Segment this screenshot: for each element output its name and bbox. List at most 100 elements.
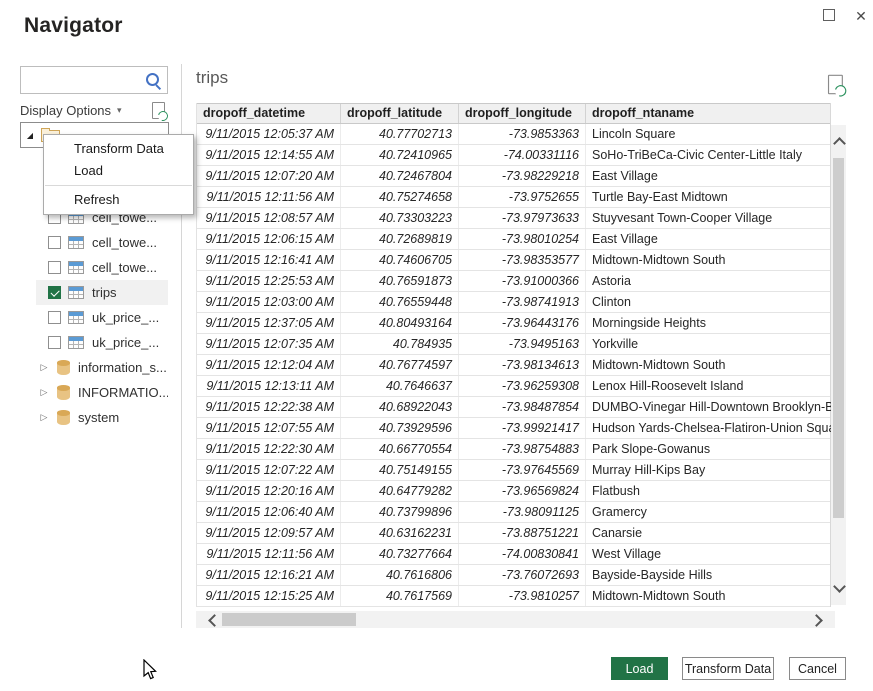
- tree-item-table[interactable]: uk_price_...: [36, 330, 168, 355]
- table-row: 9/11/2015 12:25:53 AM40.76591873-73.9100…: [197, 271, 830, 292]
- tree-item-table[interactable]: cell_towe...: [36, 255, 168, 280]
- table-cell: -73.98091125: [459, 502, 586, 522]
- transform-data-button[interactable]: Transform Data: [682, 657, 774, 680]
- table-cell: -73.99921417: [459, 418, 586, 438]
- database-icon: [57, 360, 70, 375]
- horizontal-scrollbar[interactable]: [196, 611, 835, 628]
- tree-item-label: system: [78, 410, 119, 425]
- table-cell: Bayside-Bayside Hills: [586, 565, 832, 585]
- chevron-right-icon[interactable]: ▷: [39, 412, 49, 423]
- table-cell: Gramercy: [586, 502, 832, 522]
- search-icon[interactable]: [144, 71, 163, 90]
- chevron-down-icon: ▾: [117, 105, 122, 115]
- table-cell: 9/11/2015 12:07:35 AM: [197, 334, 341, 354]
- display-options[interactable]: Display Options▾: [20, 102, 168, 124]
- checkbox[interactable]: [48, 336, 61, 349]
- table-cell: -73.98754883: [459, 439, 586, 459]
- scroll-right-icon[interactable]: [810, 614, 823, 627]
- table-cell: Park Slope-Gowanus: [586, 439, 832, 459]
- table-cell: -73.76072693: [459, 565, 586, 585]
- column-header: dropoff_datetime: [197, 104, 341, 123]
- table-cell: Midtown-Midtown South: [586, 250, 832, 270]
- tree-item-label: trips: [92, 285, 117, 300]
- tree-item-label: cell_towe...: [92, 235, 157, 250]
- table-cell: 40.73799896: [341, 502, 459, 522]
- table-cell: 9/11/2015 12:37:05 AM: [197, 313, 341, 333]
- table-row: 9/11/2015 12:05:37 AM40.77702713-73.9853…: [197, 124, 830, 145]
- menu-item-transform-data[interactable]: Transform Data: [44, 138, 193, 160]
- tree-item-database[interactable]: ▷ system: [36, 405, 168, 430]
- table-cell: Lincoln Square: [586, 124, 832, 144]
- checkbox[interactable]: [48, 261, 61, 274]
- tree-item-database[interactable]: ▷ INFORMATIO...: [36, 380, 168, 405]
- vertical-scrollbar[interactable]: [831, 125, 846, 605]
- context-menu: Transform Data Load Refresh: [43, 134, 194, 215]
- table-cell: 40.73277664: [341, 544, 459, 564]
- refresh-preview-icon[interactable]: [828, 75, 844, 95]
- table-cell: 9/11/2015 12:07:20 AM: [197, 166, 341, 186]
- table-cell: -73.97973633: [459, 208, 586, 228]
- table-cell: -73.9495163: [459, 334, 586, 354]
- table-cell: -73.9810257: [459, 586, 586, 606]
- table-cell: Yorkville: [586, 334, 832, 354]
- table-cell: 9/11/2015 12:12:04 AM: [197, 355, 341, 375]
- table-cell: 40.7617569: [341, 586, 459, 606]
- refresh-list-icon[interactable]: [152, 102, 166, 119]
- table-row: 9/11/2015 12:11:56 AM40.73277664-74.0083…: [197, 544, 830, 565]
- checkbox[interactable]: [48, 286, 61, 299]
- table-cell: 9/11/2015 12:07:22 AM: [197, 460, 341, 480]
- table-cell: East Village: [586, 166, 832, 186]
- table-row: 9/11/2015 12:07:35 AM40.784935-73.949516…: [197, 334, 830, 355]
- navigator-dialog: Navigator ✕ Display Options▾ ◢ cell_towe…: [0, 0, 873, 691]
- table-cell: 40.76591873: [341, 271, 459, 291]
- chevron-expanded-icon[interactable]: ◢: [25, 131, 35, 140]
- search-input[interactable]: [23, 69, 143, 93]
- table-cell: -73.96443176: [459, 313, 586, 333]
- table-row: 9/11/2015 12:03:00 AM40.76559448-73.9874…: [197, 292, 830, 313]
- table-icon: [68, 261, 84, 274]
- table-cell: Murray Hill-Kips Bay: [586, 460, 832, 480]
- table-row: 9/11/2015 12:14:55 AM40.72410965-74.0033…: [197, 145, 830, 166]
- cancel-button[interactable]: Cancel: [789, 657, 846, 680]
- column-header: dropoff_ntaname: [586, 104, 832, 123]
- table-row: 9/11/2015 12:07:22 AM40.75149155-73.9764…: [197, 460, 830, 481]
- table-cell: Astoria: [586, 271, 832, 291]
- menu-item-load[interactable]: Load: [44, 160, 193, 182]
- scroll-down-icon[interactable]: [833, 580, 846, 593]
- checkbox[interactable]: [48, 311, 61, 324]
- chevron-right-icon[interactable]: ▷: [39, 387, 49, 398]
- table-cell: -73.96569824: [459, 481, 586, 501]
- table-row: 9/11/2015 12:07:20 AM40.72467804-73.9822…: [197, 166, 830, 187]
- horizontal-scrollbar-thumb[interactable]: [222, 613, 356, 626]
- tree-item-label: uk_price_...: [92, 310, 159, 325]
- table-cell: 40.77702713: [341, 124, 459, 144]
- maximize-button[interactable]: [814, 4, 844, 28]
- table-cell: 9/11/2015 12:13:11 AM: [197, 376, 341, 396]
- tree-item-database[interactable]: ▷ information_s...: [36, 355, 168, 380]
- close-button[interactable]: ✕: [846, 4, 873, 28]
- chevron-right-icon[interactable]: ▷: [39, 362, 49, 373]
- table-cell: -73.98741913: [459, 292, 586, 312]
- table-cell: 9/11/2015 12:16:21 AM: [197, 565, 341, 585]
- table-cell: -73.98134613: [459, 355, 586, 375]
- load-button[interactable]: Load: [611, 657, 668, 680]
- tree-item-table[interactable]: trips: [36, 280, 168, 305]
- table-cell: DUMBO-Vinegar Hill-Downtown Brooklyn-Boe…: [586, 397, 832, 417]
- table-row: 9/11/2015 12:15:25 AM40.7617569-73.98102…: [197, 586, 830, 607]
- tree-item-table[interactable]: uk_price_...: [36, 305, 168, 330]
- table-header: dropoff_datetime dropoff_latitude dropof…: [197, 103, 830, 124]
- table-row: 9/11/2015 12:09:57 AM40.63162231-73.8875…: [197, 523, 830, 544]
- menu-item-refresh[interactable]: Refresh: [44, 189, 193, 211]
- table-cell: -73.91000366: [459, 271, 586, 291]
- scroll-left-icon[interactable]: [208, 614, 221, 627]
- vertical-scrollbar-thumb[interactable]: [833, 158, 844, 518]
- table-row: 9/11/2015 12:12:04 AM40.76774597-73.9813…: [197, 355, 830, 376]
- scroll-up-icon[interactable]: [833, 137, 846, 150]
- tree-item-table[interactable]: cell_towe...: [36, 230, 168, 255]
- table-row: 9/11/2015 12:22:30 AM40.66770554-73.9875…: [197, 439, 830, 460]
- checkbox[interactable]: [48, 236, 61, 249]
- table-cell: 40.73929596: [341, 418, 459, 438]
- table-icon: [68, 286, 84, 299]
- table-cell: Hudson Yards-Chelsea-Flatiron-Union Squa…: [586, 418, 832, 438]
- table-cell: 40.66770554: [341, 439, 459, 459]
